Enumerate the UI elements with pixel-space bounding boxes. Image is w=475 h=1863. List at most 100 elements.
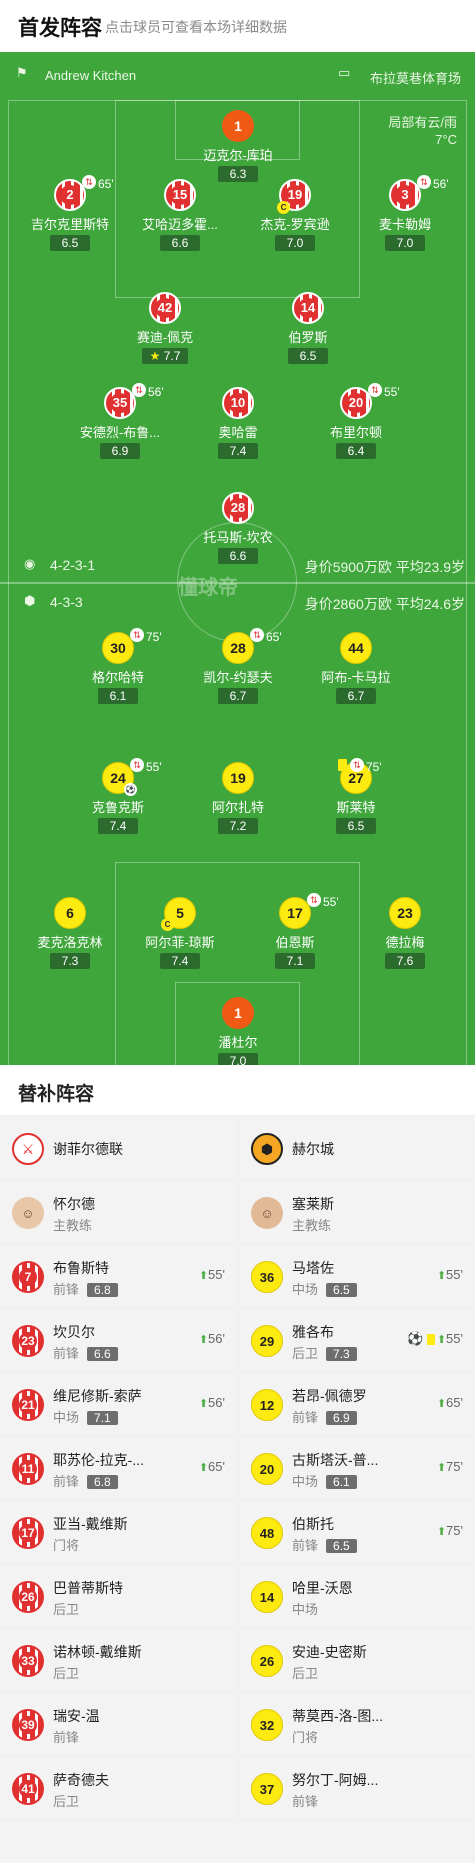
sub-player-row[interactable]: 36 马塔佐 中场 6.5 ⬆55' <box>239 1245 475 1309</box>
sub-player-row[interactable]: 29 雅各布 后卫 7.3 ⚽ ⬆55' <box>239 1309 475 1373</box>
jersey-icon: 33 <box>12 1645 44 1677</box>
sub-player-row[interactable]: 11 耶苏伦-拉克-... 前锋 6.8 ⬆65' <box>0 1437 237 1501</box>
jersey-icon: 15 <box>164 179 196 211</box>
sub-player-name: 坎贝尔 <box>53 1324 95 1340</box>
player-marker[interactable]: 19 阿尔扎特 7.2 <box>178 762 298 835</box>
sub-player-row[interactable]: 20 古斯塔沃-普... 中场 6.1 ⬆75' <box>239 1437 475 1501</box>
jersey-icon: 19 C <box>277 179 311 214</box>
jersey-icon: 2 <box>54 179 86 211</box>
home-team-row[interactable]: ⚔ 谢菲尔德联 <box>0 1117 237 1181</box>
sub-player-row[interactable]: 41 萨奇德夫 后卫 <box>0 1757 237 1821</box>
sub-player-position: 后卫 7.3 <box>292 1343 357 1362</box>
player-marker[interactable]: 23 德拉梅 7.6 <box>345 897 465 970</box>
sub-player-name: 亚当-戴维斯 <box>53 1516 128 1532</box>
jersey-number: 27 <box>348 770 364 786</box>
player-marker[interactable]: 2 ⇅ 65' 吉尔克里斯特 6.5 <box>10 175 130 252</box>
player-rating: 6.1 <box>98 688 138 704</box>
player-name: 赛迪-佩克 <box>136 330 194 345</box>
player-name: 艾哈迈多霍... <box>142 217 218 232</box>
sub-player-row[interactable]: 48 伯斯托 前锋 6.5 ⬆75' <box>239 1501 475 1565</box>
sub-minute: 55' <box>146 760 162 774</box>
coach-avatar: ☺ <box>12 1197 44 1229</box>
jersey-number: 20 <box>346 393 366 413</box>
sub-player-name: 雅各布 <box>292 1324 334 1340</box>
sub-player-row[interactable]: 37 努尔丁-阿姆... 前锋 <box>239 1757 475 1821</box>
player-marker[interactable]: 19 C 杰克-罗宾逊 7.0 <box>235 179 355 252</box>
position-text: 后卫 <box>292 1666 319 1681</box>
sub-player-row[interactable]: 21 维尼修斯-索萨 中场 7.1 ⬆56' <box>0 1373 237 1437</box>
jersey-icon: 11 <box>12 1453 44 1485</box>
jersey-icon: 10 <box>222 387 254 419</box>
sub-in-minute: ⬆65' <box>199 1459 225 1474</box>
away-team-row[interactable]: ⬢ 赫尔城 <box>239 1117 475 1181</box>
player-marker[interactable]: 6 麦克洛克林 7.3 <box>10 897 130 970</box>
player-name: 凯尔-约瑟夫 <box>203 670 273 685</box>
sub-player-position: 后卫 <box>53 1663 79 1682</box>
position-text: 中场 <box>292 1282 319 1297</box>
jersey-icon: 6 <box>54 897 86 929</box>
player-name: 德拉梅 <box>385 935 425 950</box>
sub-in-minute: ⬆55' <box>199 1267 225 1282</box>
jersey-number: 1 <box>234 118 242 134</box>
sub-minute: 55' <box>323 895 339 909</box>
player-marker[interactable]: 28 托马斯-坎农 6.6 <box>178 492 298 565</box>
home-team-icon: ◉ <box>24 556 36 571</box>
player-marker[interactable]: 17 ⇅ 55' 伯恩斯 7.1 <box>235 893 355 970</box>
sub-player-position: 门将 <box>53 1535 79 1554</box>
sub-player-rating: 6.8 <box>87 1475 118 1489</box>
player-rating: 6.4 <box>336 443 376 459</box>
player-marker[interactable]: 30 ⇅ 75' 格尔哈特 6.1 <box>58 628 178 705</box>
jersey-number: 1 <box>234 1005 242 1021</box>
player-marker[interactable]: 1 迈克尔-库珀 6.3 <box>178 110 298 183</box>
player-marker[interactable]: 3 ⇅ 56' 麦卡勒姆 7.0 <box>345 175 465 252</box>
sub-player-row[interactable]: 17 亚当-戴维斯 门将 <box>0 1501 237 1565</box>
sub-player-row[interactable]: 26 安迪-史密斯 后卫 <box>239 1629 475 1693</box>
player-marker[interactable]: 24 ⚽ ⇅ 55' 克鲁克斯 7.4 <box>58 758 178 835</box>
player-marker[interactable]: 10 奥哈雷 7.4 <box>178 387 298 460</box>
sub-in-icon: ⬆ <box>436 1462 447 1474</box>
jersey-icon: 26 <box>12 1581 44 1613</box>
sub-in-time: 55' <box>446 1331 463 1346</box>
sub-player-row[interactable]: 7 布鲁斯特 前锋 6.8 ⬆55' <box>0 1245 237 1309</box>
away-coach-row[interactable]: ☺ 塞莱斯 主教练 <box>239 1181 475 1245</box>
player-rating: 6.6 <box>160 235 200 251</box>
home-coach-row[interactable]: ☺ 怀尔德 主教练 <box>0 1181 237 1245</box>
sub-in-icon: ⬆ <box>198 1398 209 1410</box>
rating-value: 6.7 <box>347 689 365 703</box>
jersey-number: 23 <box>19 1332 37 1350</box>
player-marker[interactable]: 14 伯罗斯 6.5 <box>248 292 368 365</box>
player-marker[interactable]: 44 阿布-卡马拉 6.7 <box>296 632 416 705</box>
player-marker[interactable]: 20 ⇅ 55' 布里尔顿 6.4 <box>296 383 416 460</box>
position-text: 前锋 <box>53 1282 80 1297</box>
sub-player-row[interactable]: 12 若昂-佩德罗 前锋 6.9 ⬆65' <box>239 1373 475 1437</box>
player-name: 伯罗斯 <box>288 330 328 345</box>
jersey-icon: 28 <box>222 632 254 664</box>
player-marker[interactable]: 42 赛迪-佩克 ★ 7.7 <box>105 292 225 365</box>
sub-player-row[interactable]: 33 诺林顿-戴维斯 后卫 <box>0 1629 237 1693</box>
position-text: 前锋 <box>53 1346 80 1361</box>
player-marker[interactable]: 15 艾哈迈多霍... 6.6 <box>120 179 240 252</box>
lineup-header: 首发阵容 点击球员可查看本场详细数据 <box>0 0 475 52</box>
position-text: 后卫 <box>53 1666 80 1681</box>
sub-player-row[interactable]: 26 巴普蒂斯特 后卫 <box>0 1565 237 1629</box>
sub-player-row[interactable]: 39 瑞安-温 前锋 <box>0 1693 237 1757</box>
sub-player-row[interactable]: 32 蒂莫西-洛-图... 门将 <box>239 1693 475 1757</box>
sub-player-position: 中场 6.5 <box>292 1279 357 1298</box>
jersey-number: 28 <box>230 640 246 656</box>
home-coach-name: 怀尔德 <box>53 1196 95 1212</box>
jersey-number: 35 <box>110 393 130 413</box>
player-rating: 6.5 <box>50 235 90 251</box>
sub-minute: 75' <box>366 760 382 774</box>
player-name: 安德烈-布鲁... <box>79 425 161 440</box>
sub-player-row[interactable]: 23 坎贝尔 前锋 6.6 ⬆56' <box>0 1309 237 1373</box>
player-marker[interactable]: 28 ⇅ 65' 凯尔-约瑟夫 6.7 <box>178 628 298 705</box>
jersey-icon: 12 <box>251 1389 283 1421</box>
sub-minute: 65' <box>98 177 114 191</box>
player-marker[interactable]: 27 ⇅ 75' 斯莱特 6.5 <box>296 758 416 835</box>
rating-value: 6.1 <box>109 689 127 703</box>
player-marker[interactable]: 35 ⇅ 56' 安德烈-布鲁... 6.9 <box>60 383 180 460</box>
player-marker[interactable]: 1 潘杜尔 7.0 <box>178 997 298 1065</box>
player-marker[interactable]: 5 C 阿尔菲-琼斯 7.4 <box>120 897 240 970</box>
rating-wrap: ★ 7.7 <box>105 346 225 365</box>
sub-player-row[interactable]: 14 哈里-沃恩 中场 <box>239 1565 475 1629</box>
